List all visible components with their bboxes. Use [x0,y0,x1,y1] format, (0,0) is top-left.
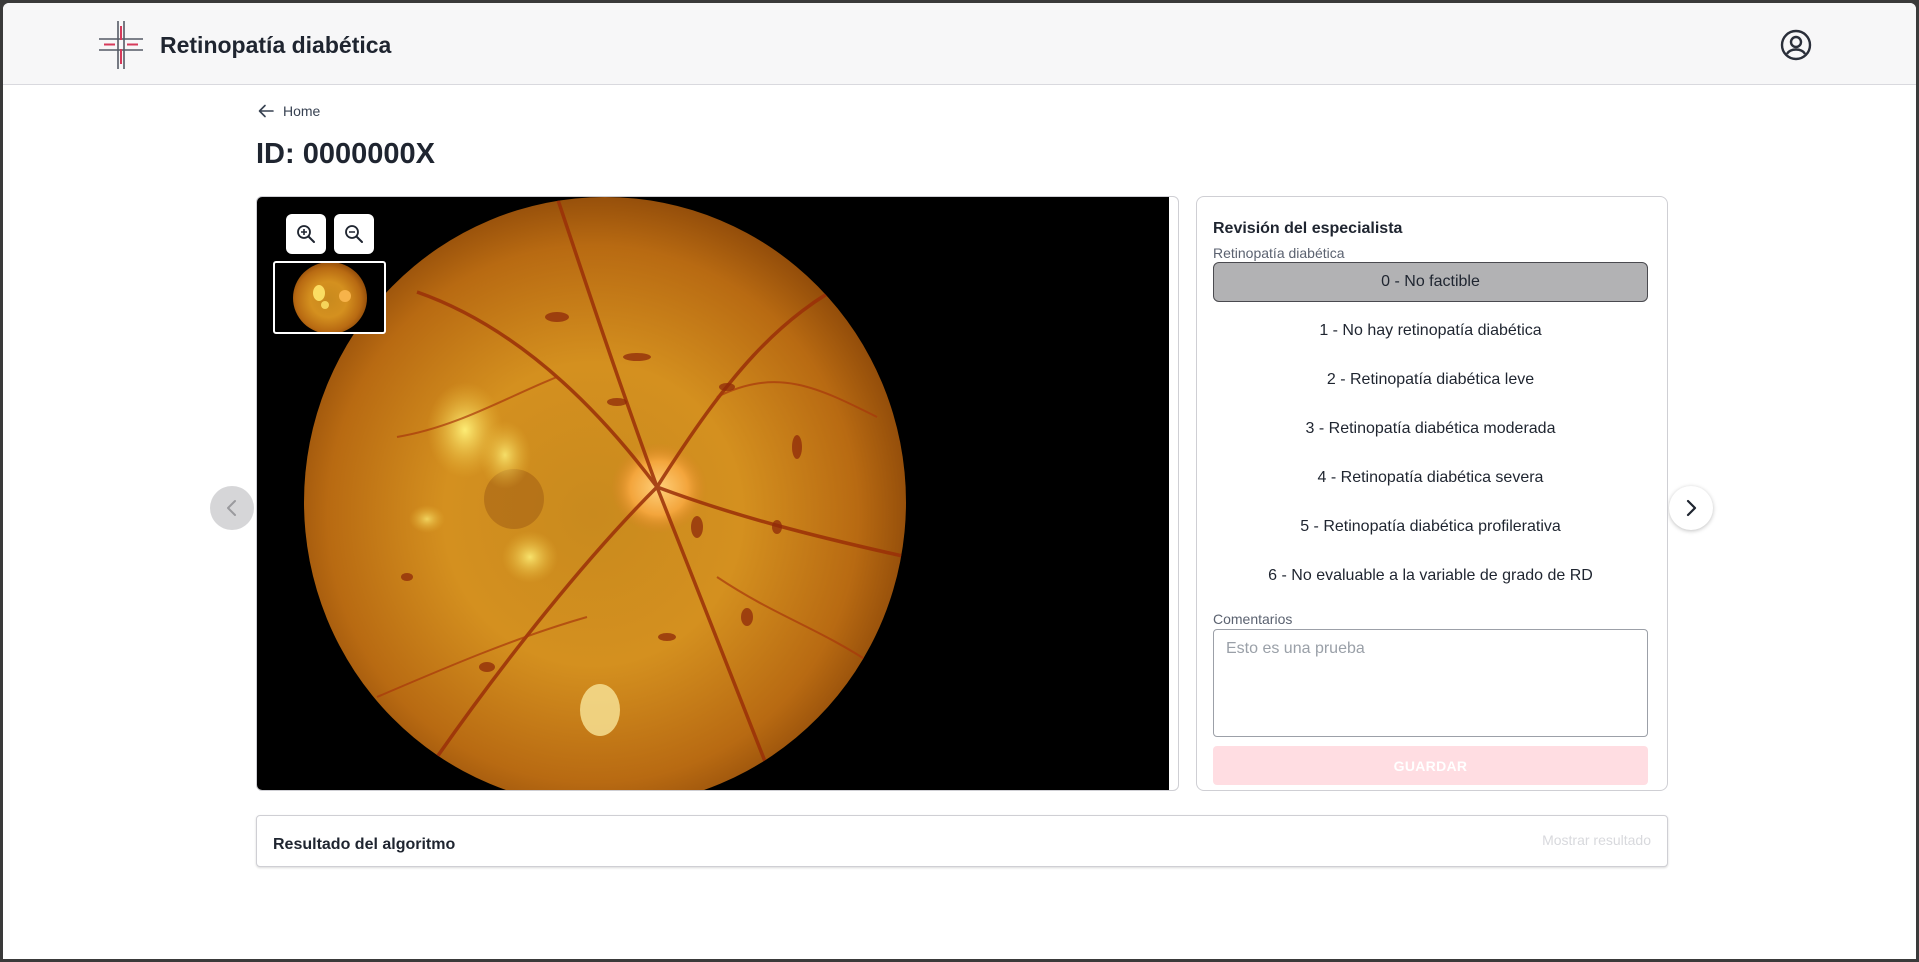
zoom-out-button[interactable] [334,214,374,254]
zoom-in-button[interactable] [286,214,326,254]
cross-medical-logo [99,21,143,69]
next-image-button[interactable] [1669,486,1713,530]
grade-option-4[interactable]: 4 - Retinopatía diabética severa [1213,458,1648,498]
page-title: ID: 0000000X [256,138,435,170]
specialist-review-panel: Revisión del especialista Retinopatía di… [1196,196,1668,791]
image-thumbnail[interactable] [273,261,386,334]
show-result-button[interactable]: Mostrar resultado [1542,832,1651,848]
grade-options: 0 - No factible 1 - No hay retinopatía d… [1213,262,1648,605]
back-link[interactable]: Home [258,103,320,119]
image-viewer [256,196,1179,791]
fundus-image-canvas[interactable] [257,197,1169,790]
comments-label: Comentarios [1213,611,1293,627]
back-label: Home [283,103,321,119]
grade-option-2[interactable]: 2 - Retinopatía diabética leve [1213,360,1648,400]
user-circle-icon [1780,29,1812,61]
algorithm-result-panel: Resultado del algoritmo Mostrar resultad… [256,815,1668,867]
grade-field-label: Retinopatía diabética [1213,245,1345,261]
brand: Retinopatía diabética [98,20,391,70]
grade-option-3[interactable]: 3 - Retinopatía diabética moderada [1213,409,1648,449]
fundus-image [304,197,906,790]
grade-option-5[interactable]: 5 - Retinopatía diabética profilerativa [1213,507,1648,547]
grade-option-1[interactable]: 1 - No hay retinopatía diabética [1213,311,1648,351]
chevron-left-icon [227,500,236,516]
user-account-button[interactable] [1780,29,1812,61]
fundus-thumbnail [293,263,367,332]
app-title: Retinopatía diabética [160,31,392,58]
grade-option-0[interactable]: 0 - No factible [1213,262,1648,302]
chevron-right-icon [1686,499,1697,517]
arrow-left-icon [258,104,274,118]
zoom-out-icon [345,225,363,243]
app-window: Retinopatía diabética Home ID: 0000000X [3,3,1916,959]
grade-option-6[interactable]: 6 - No evaluable a la variable de grado … [1213,556,1648,596]
comments-field[interactable] [1213,629,1648,737]
result-title: Resultado del algoritmo [273,836,456,853]
previous-image-button[interactable] [210,486,254,530]
top-bar: Retinopatía diabética [3,3,1916,85]
zoom-in-icon [297,225,315,243]
save-button[interactable]: GUARDAR [1213,746,1648,785]
review-title: Revisión del especialista [1213,220,1403,237]
